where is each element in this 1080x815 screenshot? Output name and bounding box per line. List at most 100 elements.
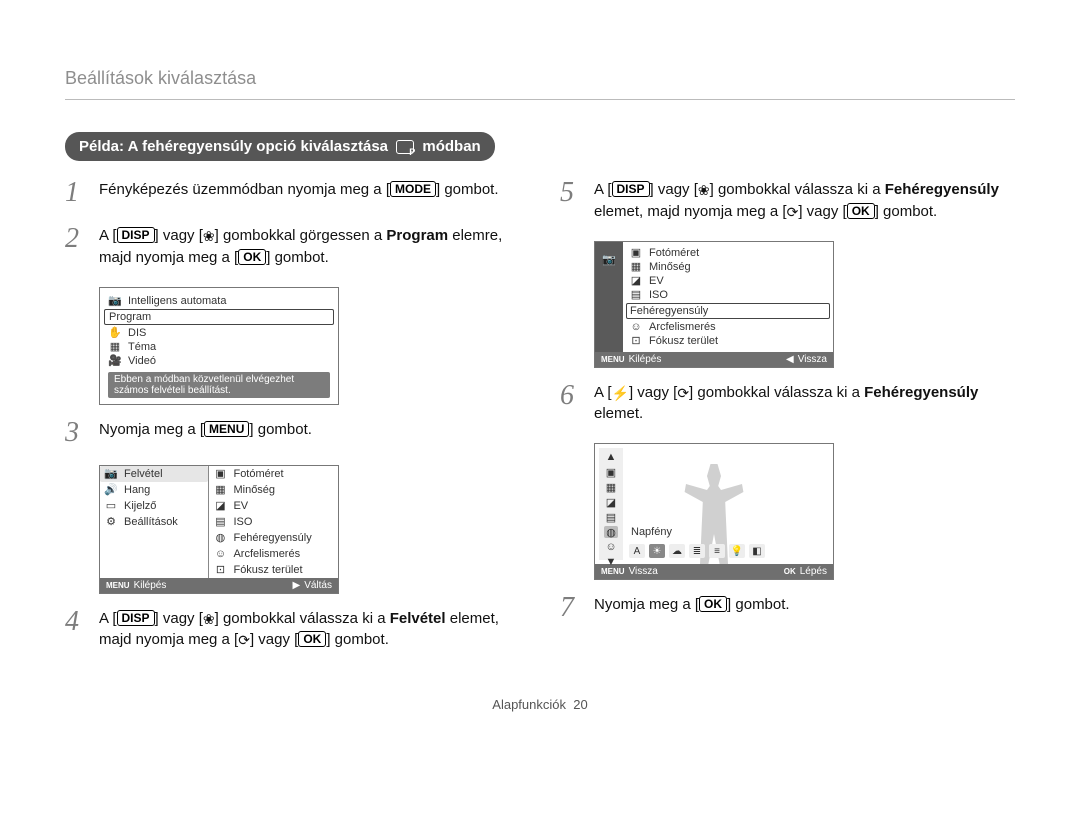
step-number: 3 [65, 419, 99, 447]
camera-icon: 📷 [602, 254, 616, 266]
ok-icon: OK [784, 567, 796, 576]
flower-icon: ❀ [698, 180, 710, 200]
pill-suffix: módban [422, 138, 480, 155]
step-5: 5 A [DISP] vagy [❀] gombokkal válassza k… [560, 179, 1015, 223]
list-item: Program [109, 311, 151, 323]
wb-custom-icon: ◧ [749, 544, 765, 558]
list-item: Arcfelismerés [233, 548, 300, 560]
wb-icon: ◍ [604, 526, 618, 538]
list-item: Fókusz terület [233, 564, 302, 576]
quality-icon: ▦ [213, 484, 227, 496]
step-number: 6 [560, 382, 594, 426]
list-item: Fotóméret [233, 468, 283, 480]
list-item: Téma [128, 341, 156, 353]
list-item: Videó [128, 355, 156, 367]
list-item: EV [233, 500, 248, 512]
list-item: Beállítások [124, 516, 178, 528]
example-pill: Példa: A fehéregyensúly opció kiválasztá… [65, 132, 495, 161]
footer-section: Alapfunkciók [492, 697, 566, 712]
list-item: Fehéregyensúly [630, 305, 708, 317]
face-icon: ☺ [629, 321, 643, 333]
ok-button-label: OK [699, 596, 727, 612]
sound-icon: 🔊 [104, 484, 118, 496]
footer-page: 20 [573, 697, 587, 712]
flower-icon: ❀ [203, 609, 215, 629]
iso-icon: ▤ [604, 511, 618, 523]
flower-icon: ❀ [203, 226, 215, 246]
ev-icon: ◪ [213, 500, 227, 512]
timer-icon: ⟳ [238, 630, 250, 650]
wb-fluorescent-l-icon: ≡ [709, 544, 725, 558]
wb-fluorescent-h-icon: ≣ [689, 544, 705, 558]
wb-icon: ◍ [213, 532, 227, 544]
disp-button-label: DISP [612, 181, 650, 197]
lcd-wb-preview: ▲ ▣ ▦ ◪ ▤ ◍ ☺ ▼ Napfény A ☀ ☁ [594, 443, 834, 580]
face-icon: ☺ [213, 548, 227, 560]
quality-icon: ▦ [604, 481, 618, 493]
dis-icon: ✋ [108, 327, 122, 339]
display-icon: ▭ [104, 500, 118, 512]
wb-tungsten-icon: 💡 [729, 544, 745, 558]
gear-icon: ⚙ [104, 516, 118, 528]
step-number: 4 [65, 608, 99, 652]
list-item: Fotóméret [649, 247, 699, 259]
wb-label: Napfény [629, 526, 674, 538]
size-icon: ▣ [213, 468, 227, 480]
foot-label: Kilépés [134, 580, 167, 591]
list-item: Felvétel [124, 468, 163, 480]
wb-cloudy-icon: ☁ [669, 544, 685, 558]
menu-icon: MENU [601, 355, 625, 364]
wb-daylight-icon: ☀ [649, 544, 665, 558]
mode-p-icon [396, 140, 414, 154]
step-3: 3 Nyomja meg a [MENU] gombot. [65, 419, 520, 447]
lcd-settings-list: 📷 ▣Fotóméret ▦Minőség ◪EV ▤ISO Fehéregye… [594, 241, 834, 368]
list-item: Kijelző [124, 500, 156, 512]
ok-button-label: OK [298, 631, 326, 647]
step-number: 5 [560, 179, 594, 223]
up-icon: ▲ [604, 451, 618, 463]
list-item: ISO [233, 516, 252, 528]
menu-icon: MENU [106, 581, 130, 590]
back-icon: ◀ [786, 354, 794, 365]
face-icon: ☺ [604, 541, 618, 553]
focus-icon: ⊡ [629, 335, 643, 347]
timer-icon: ⟳ [677, 383, 689, 403]
list-item: Fókusz terület [649, 335, 718, 347]
pill-prefix: Példa: A fehéregyensúly opció kiválasztá… [79, 138, 388, 155]
foot-label: Lépés [800, 566, 827, 577]
camera-icon: 📷 [104, 468, 118, 480]
foot-label: Vissza [629, 566, 658, 577]
step-4: 4 A [DISP] vagy [❀] gombokkal válassza k… [65, 608, 520, 652]
ok-button-label: OK [238, 249, 266, 265]
menu-icon: MENU [601, 567, 625, 576]
lcd-hint: Ebben a módban közvetlenül elvégezhet sz… [108, 372, 330, 398]
focus-icon: ⊡ [213, 564, 227, 576]
list-item: ISO [649, 289, 668, 301]
breadcrumb: Beállítások kiválasztása [65, 68, 1015, 89]
divider [65, 99, 1015, 100]
iso-icon: ▤ [213, 516, 227, 528]
step-number: 2 [65, 225, 99, 269]
wb-auto-icon: A [629, 544, 645, 558]
down-icon: ▼ [604, 556, 618, 568]
list-item: DIS [128, 327, 146, 339]
step-1: 1 Fényképezés üzemmódban nyomja meg a [M… [65, 179, 520, 207]
foot-label: Váltás [304, 580, 332, 591]
step-number: 1 [65, 179, 99, 207]
disp-button-label: DISP [117, 227, 155, 243]
step-number: 7 [560, 594, 594, 622]
play-icon: ▶ [293, 580, 301, 591]
lcd-mode-select: 📷Intelligens automata Program ✋DIS ▦Téma… [99, 287, 339, 405]
mode-button-label: MODE [390, 181, 436, 197]
lcd-menu-split: 📷Felvétel 🔊Hang ▭Kijelző ⚙Beállítások ▣F… [99, 465, 339, 594]
timer-icon: ⟳ [787, 202, 799, 222]
camera-auto-icon: 📷 [108, 295, 122, 307]
quality-icon: ▦ [629, 261, 643, 273]
ok-button-label: OK [847, 203, 875, 219]
disp-button-label: DISP [117, 610, 155, 626]
video-icon: 🎥 [108, 355, 122, 367]
list-item: Minőség [649, 261, 691, 273]
menu-button-label: MENU [204, 421, 249, 437]
step-7: 7 Nyomja meg a [OK] gombot. [560, 594, 1015, 622]
ev-icon: ◪ [604, 496, 618, 508]
